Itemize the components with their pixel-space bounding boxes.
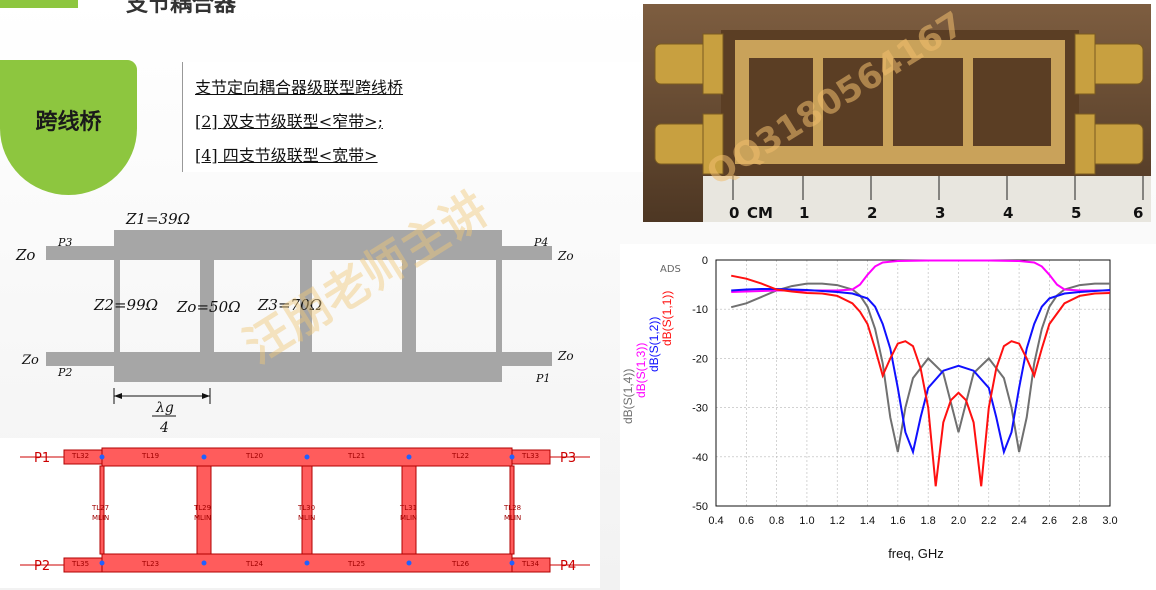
tl-type-label: MLIN	[400, 514, 417, 522]
tl-type-label: MLIN	[298, 514, 315, 522]
y-tick-label: -50	[692, 501, 708, 513]
menu-item-main[interactable]: 支节定向耦合器级联型跨线桥	[195, 74, 403, 98]
tl-label: TL22	[451, 452, 469, 460]
ads-layout: P1 P2 P3 P4 TL32 TL19 TL20 TL21 TL22 TL3…	[0, 438, 600, 588]
zo-left-top: Zo	[15, 246, 35, 264]
y-tick-label: 0	[702, 255, 708, 267]
layout-port-label: P2	[34, 559, 50, 574]
x-tick-label: 0.8	[769, 515, 784, 527]
x-tick-label: 0.6	[739, 515, 754, 527]
layout-port-label: P1	[34, 451, 50, 466]
series-line-db-s-1-1-	[731, 274, 1111, 487]
layout-port-label: P4	[560, 559, 576, 574]
topic-menu: 支节定向耦合器级联型跨线桥 [2] 双支节级联型<窄带>; [4] 四支节级联型…	[182, 62, 643, 172]
x-tick-label: 2.0	[951, 515, 966, 527]
lambda-label: λg	[155, 400, 174, 416]
ruler-label: 6	[1133, 204, 1143, 222]
tl-label: TL34	[521, 560, 540, 568]
port-p2-label: P2	[57, 366, 72, 379]
tl-label: TL24	[245, 560, 264, 568]
tl-label: TL23	[141, 560, 159, 568]
zo-mid-label: Zo=50Ω	[176, 298, 241, 316]
tl-label: TL35	[71, 560, 89, 568]
ruler-label: 5	[1071, 204, 1081, 222]
tl-label: TL21	[347, 452, 365, 460]
z3-label: Z3=70Ω	[257, 296, 322, 314]
layout-port-label: P3	[560, 451, 576, 466]
tl-label: TL27	[91, 504, 109, 512]
zo-right-bottom: Zo	[557, 349, 574, 363]
zo-left-bottom: Zo	[21, 353, 39, 368]
chart-series	[730, 259, 1111, 487]
x-tick-label: 1.0	[799, 515, 814, 527]
chart-tag: ADS	[660, 264, 681, 275]
menu-item-wideband[interactable]: [4] 四支节级联型<宽带>	[195, 142, 378, 166]
section-badge-label: 跨线桥	[35, 110, 102, 135]
zo-right-top: Zo	[557, 249, 574, 263]
page-title: 支节耦合器	[126, 0, 237, 17]
ruler-label: CM	[747, 204, 773, 222]
y-series-label: dB(S(1,3))	[634, 343, 648, 398]
s-parameter-chart: ADS 0.4 0.6 0.8 1.0 1.2 1.4 1.6 1.8 2.0 2.2 2.4 2.6…	[620, 244, 1156, 590]
ruler-label: 2	[867, 204, 877, 222]
ruler-label: 4	[1003, 204, 1013, 222]
x-tick-label: 2.2	[981, 515, 996, 527]
y-tick-label: -40	[692, 452, 708, 464]
coupler-photo: 0 CM 1 2 3 4 5 6	[643, 4, 1151, 222]
y-series-label: dB(S(1,1))	[660, 291, 674, 346]
y-tick-label: -10	[692, 304, 708, 316]
tl-label: TL19	[141, 452, 159, 460]
y-tick-label: -20	[692, 353, 708, 365]
tl-type-label: MLIN	[194, 514, 211, 522]
x-tick-label: 1.4	[860, 515, 875, 527]
tl-label: TL26	[451, 560, 470, 568]
z2-label: Z2=99Ω	[93, 296, 158, 314]
menu-item-narrowband[interactable]: [2] 双支节级联型<窄带>;	[195, 108, 383, 132]
tl-label: TL32	[71, 452, 89, 460]
chart-xlabel: freq, GHz	[888, 546, 944, 561]
z1-label: Z1=39Ω	[125, 210, 190, 228]
x-tick-label: 1.6	[890, 515, 905, 527]
ruler-label: 3	[935, 204, 945, 222]
x-tick-label: 2.6	[1042, 515, 1057, 527]
port-p3-label: P3	[57, 236, 72, 249]
tl-label: TL31	[399, 504, 417, 512]
x-tick-label: 0.4	[708, 515, 723, 527]
tl-label: TL25	[347, 560, 365, 568]
y-tick-label: -30	[692, 403, 708, 415]
x-tick-label: 1.2	[830, 515, 845, 527]
tl-label: TL29	[193, 504, 211, 512]
chart-ylabels: dB(S(1,4)) dB(S(1,3)) dB(S(1,2)) dB(S(1,1))	[621, 291, 674, 424]
ruler-label: 1	[799, 204, 809, 222]
ruler-label: 0	[729, 204, 739, 222]
chart-ticks: 0.4 0.6 0.8 1.0 1.2 1.4 1.6 1.8 2.0 2.2 2.4 2.6 2.8 3…	[692, 255, 1118, 527]
tl-type-label: MLIN	[92, 514, 109, 522]
tl-type-label: MLIN	[504, 514, 521, 522]
tl-label: TL30	[297, 504, 315, 512]
tl-label: TL33	[521, 452, 539, 460]
x-tick-label: 2.8	[1072, 515, 1087, 527]
y-series-label: dB(S(1,2))	[647, 317, 661, 372]
port-p1-label: P1	[535, 372, 550, 385]
tl-label: TL28	[503, 504, 521, 512]
tl-label: TL20	[245, 452, 263, 460]
x-tick-label: 2.4	[1011, 515, 1026, 527]
lambda-denominator: 4	[159, 420, 169, 436]
port-p4-label: P4	[533, 236, 548, 249]
x-tick-label: 3.0	[1102, 515, 1117, 527]
coupler-schematic: Z1=39Ω Z2=99Ω Zo=50Ω Z3=70Ω Zo Zo Zo Zo …	[15, 210, 574, 436]
x-tick-label: 1.8	[921, 515, 936, 527]
y-series-label: dB(S(1,4))	[621, 369, 635, 424]
corner-tab	[0, 0, 78, 8]
